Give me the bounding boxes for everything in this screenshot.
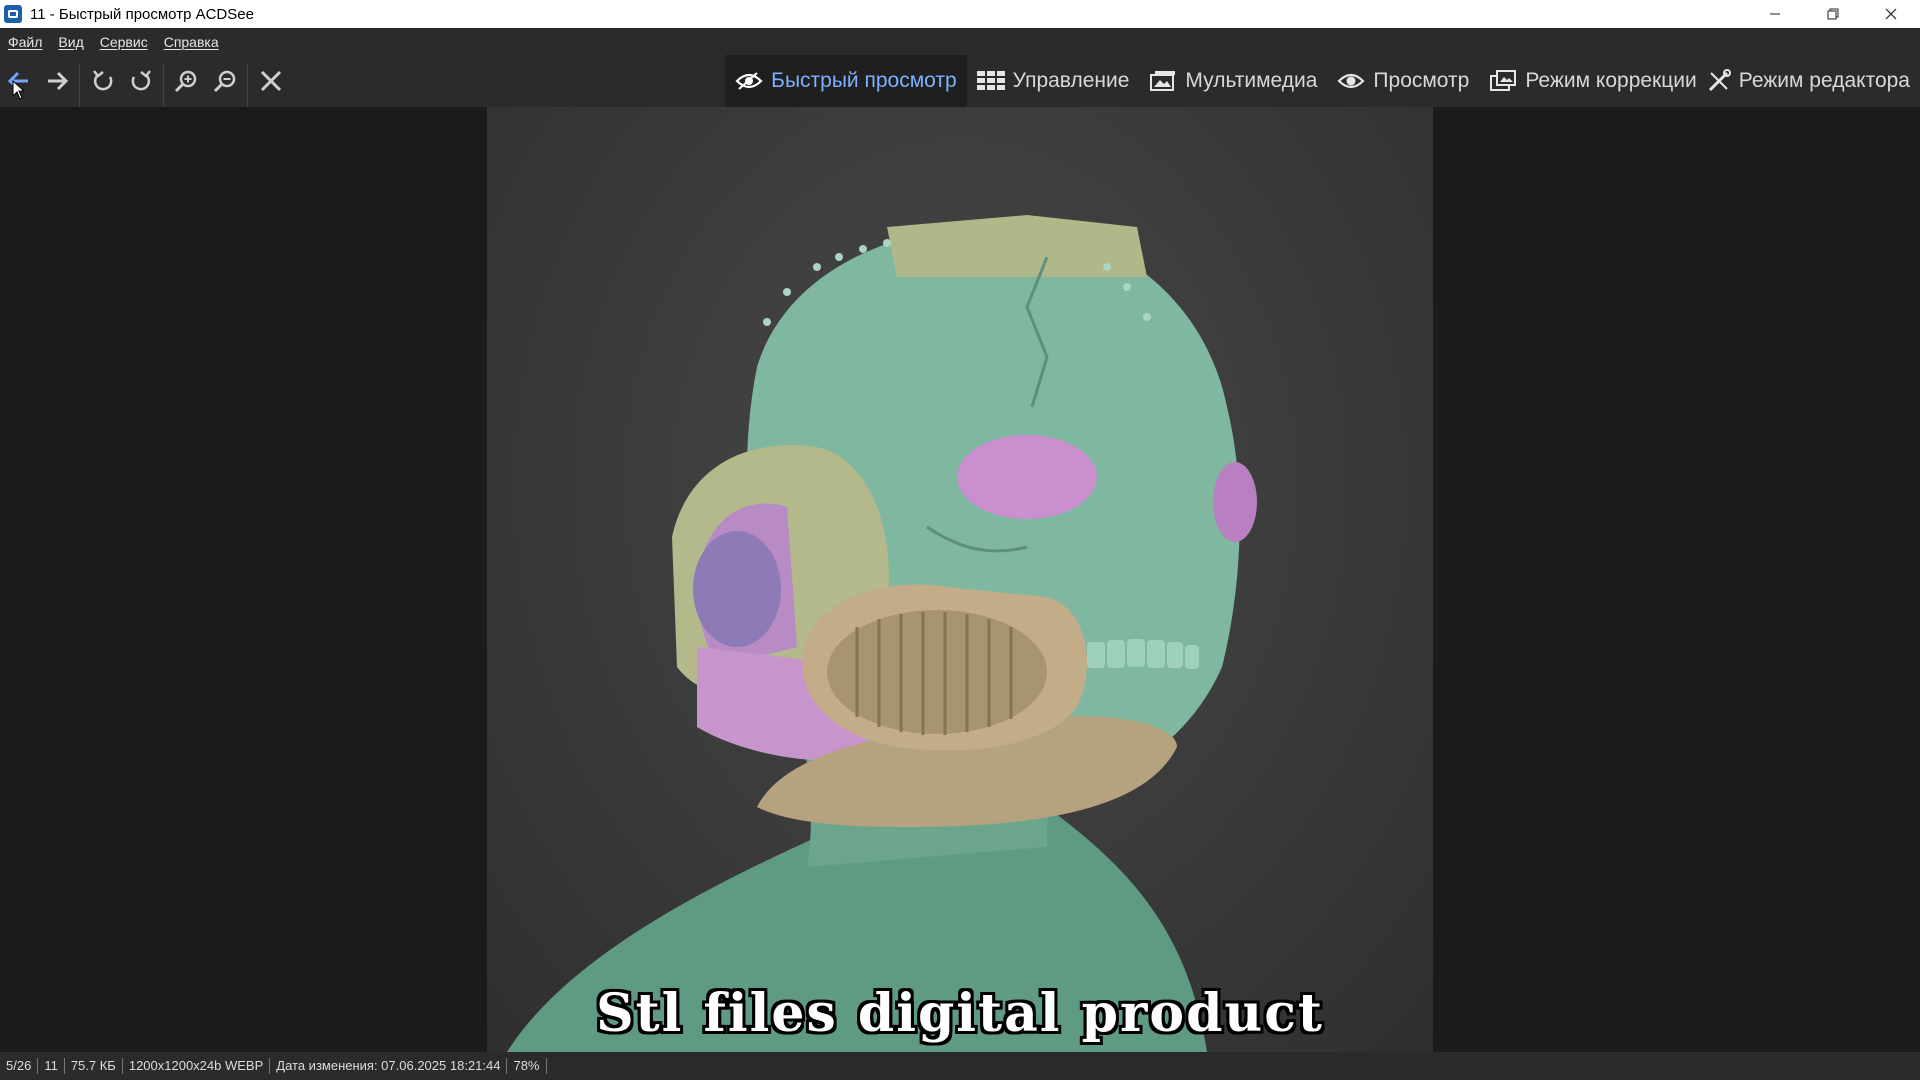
restore-icon [1827, 8, 1839, 20]
toolbar-separator [247, 63, 248, 107]
image-viewer[interactable]: Stl files digital product [0, 107, 1920, 1052]
status-dimensions: 1200x1200x24b WEBP [123, 1058, 271, 1074]
tab-label: Быстрый просмотр [771, 69, 957, 92]
minimize-icon [1770, 13, 1780, 15]
mouse-cursor-icon [12, 80, 26, 100]
menu-bar: Файл Вид Сервис Справка [0, 28, 1920, 55]
displayed-image: Stl files digital product [487, 107, 1433, 1052]
title-bar: 11 - Быстрый просмотр ACDSee [0, 0, 1920, 28]
status-filesize: 75.7 КБ [65, 1058, 123, 1074]
menu-help[interactable]: Справка [156, 34, 227, 50]
forward-button[interactable] [40, 64, 74, 98]
zoom-out-icon [213, 70, 236, 93]
tab-label: Управление [1012, 69, 1130, 92]
close-window-button[interactable] [1862, 0, 1920, 28]
tab-label: Просмотр [1373, 69, 1470, 92]
menu-file[interactable]: Файл [0, 34, 50, 50]
zoom-in-button[interactable] [169, 64, 203, 98]
window-title: 11 - Быстрый просмотр ACDSee [30, 5, 254, 23]
close-window-icon [1885, 8, 1897, 20]
acdsee-app-icon [4, 5, 22, 23]
status-modified-date: Дата изменения: 07.06.2025 18:21:44 [270, 1058, 508, 1074]
grid-icon [976, 71, 1005, 90]
tab-view[interactable]: Просмотр [1327, 55, 1479, 107]
restore-button[interactable] [1804, 0, 1862, 28]
zoom-in-icon [174, 70, 197, 93]
eye-icon [1337, 73, 1365, 89]
toolbar-separator [79, 63, 80, 107]
rotate-left-button[interactable] [86, 64, 120, 98]
status-position: 5/26 [0, 1058, 39, 1074]
rotate-right-button[interactable] [124, 64, 158, 98]
rotate-right-icon [131, 70, 151, 91]
media-icon [1150, 71, 1176, 91]
close-image-button[interactable] [254, 64, 288, 98]
toolbar: Быстрый просмотр Управление Мультимедиа … [0, 55, 1920, 107]
menu-view[interactable]: Вид [50, 34, 91, 50]
zoom-out-button[interactable] [208, 64, 242, 98]
tab-edit[interactable]: Режим редактора [1707, 55, 1920, 107]
status-zoom[interactable]: 78% [507, 1058, 547, 1074]
tab-label: Мультимедиа [1185, 69, 1318, 92]
minimize-button[interactable] [1746, 0, 1804, 28]
tab-quick-view[interactable]: Быстрый просмотр [725, 55, 967, 107]
close-icon [260, 70, 282, 92]
image-caption: Stl files digital product [596, 983, 1324, 1044]
tab-label: Режим редактора [1738, 69, 1910, 92]
quick-view-eye-icon [735, 72, 763, 90]
status-bar: 5/26 11 75.7 КБ 1200x1200x24b WEBP Дата … [0, 1052, 1920, 1080]
edit-icon [1708, 69, 1731, 92]
helmet-render-image [507, 215, 1257, 1052]
menu-tools[interactable]: Сервис [92, 34, 156, 50]
tab-label: Режим коррекции [1525, 69, 1697, 92]
rotate-left-icon [93, 70, 113, 91]
toolbar-separator [163, 63, 164, 107]
tab-develop[interactable]: Режим коррекции [1479, 55, 1706, 107]
window-controls [1746, 0, 1920, 28]
mode-tabs: Быстрый просмотр Управление Мультимедиа … [725, 55, 1920, 107]
develop-icon [1490, 70, 1517, 91]
tab-media[interactable]: Мультимедиа [1139, 55, 1327, 107]
status-filename: 11 [38, 1058, 65, 1074]
tab-manage[interactable]: Управление [967, 55, 1140, 107]
forward-arrow-icon [48, 71, 69, 91]
